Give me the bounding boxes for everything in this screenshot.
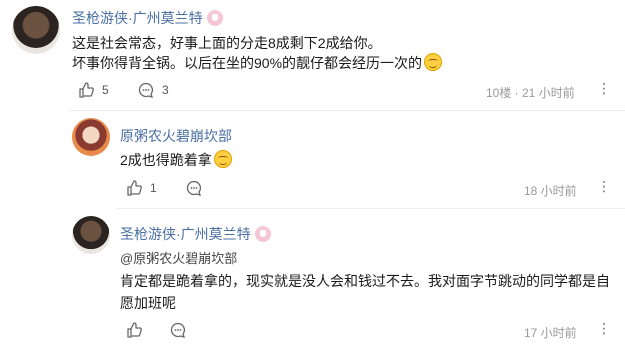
speech-bubble-icon: [138, 82, 154, 98]
thumbs-up-icon: [79, 82, 94, 98]
reply-button[interactable]: [186, 178, 202, 198]
divider: [68, 110, 625, 111]
more-options-icon[interactable]: ⋮: [597, 178, 611, 195]
timestamp: 17 小时前: [524, 326, 577, 340]
more-options-icon[interactable]: ⋮: [597, 80, 611, 97]
level-badge-icon: [254, 226, 271, 243]
thumbs-up-icon: [127, 180, 142, 196]
avatar[interactable]: [12, 6, 60, 54]
divider: [116, 208, 625, 209]
comment-username[interactable]: 圣枪游侠·广州莫兰特: [72, 10, 203, 26]
like-button[interactable]: [126, 320, 142, 340]
grinning-emoji-icon: [213, 150, 232, 168]
speech-bubble-icon: [186, 180, 202, 196]
speech-bubble-icon: [170, 322, 186, 338]
reply-button[interactable]: [170, 320, 186, 340]
timestamp: 18 小时前: [524, 184, 577, 198]
avatar[interactable]: [72, 118, 110, 156]
floor-and-time: 10楼 · 21 小时前: [486, 86, 575, 100]
comment-username[interactable]: 圣枪游侠·广州莫兰特: [120, 226, 251, 242]
reply-button[interactable]: 3: [138, 80, 169, 100]
grinning-emoji-icon: [424, 53, 443, 71]
like-button[interactable]: 5: [78, 80, 109, 100]
level-badge-icon: [206, 10, 223, 27]
comment-text: 这是社会常态，好事上面的分走8成剩下2成给你。: [72, 35, 382, 51]
comment-username[interactable]: 原粥农火碧崩坎部: [120, 126, 232, 146]
comment-text: 坏事你得背全锅。以后在坐的90%的靓仔都会经历一次的: [72, 55, 423, 71]
mention-link[interactable]: @原粥农火碧崩坎部: [120, 248, 237, 267]
like-button[interactable]: 1: [126, 178, 157, 198]
like-count: 5: [102, 83, 109, 97]
comment-text: 2成也得跪着拿: [120, 152, 212, 168]
more-options-icon[interactable]: ⋮: [597, 320, 611, 337]
comment-text: 肯定都是跪着拿的，现实就是没人会和钱过不去。我对面字节跳动的同学都是自: [120, 273, 610, 289]
like-count: 1: [150, 181, 157, 195]
comment-text: 愿加班呢: [120, 295, 176, 311]
avatar[interactable]: [72, 216, 110, 254]
thumbs-up-icon: [127, 322, 142, 338]
reply-count: 3: [162, 83, 169, 97]
